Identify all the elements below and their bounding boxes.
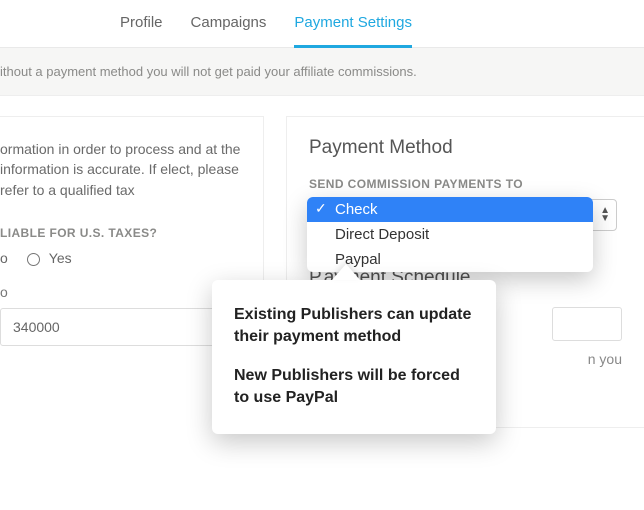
- callout-tail-icon: [332, 264, 360, 280]
- radio-no-label: o: [0, 250, 8, 266]
- payable-to-label-fragment: o: [0, 284, 245, 300]
- tax-info-body: ormation in order to process and at the …: [0, 139, 245, 200]
- amount-input[interactable]: [0, 308, 240, 346]
- send-payments-to-label: SEND COMMISSION PAYMENTS TO: [309, 177, 622, 191]
- annotation-callout: Existing Publishers can update their pay…: [212, 280, 496, 434]
- select-arrows-icon: ▲▼: [600, 207, 610, 223]
- tab-profile[interactable]: Profile: [120, 14, 163, 47]
- warning-banner: ithout a payment method you will not get…: [0, 48, 644, 96]
- option-check[interactable]: Check: [307, 197, 593, 222]
- payment-method-select-wrap: ▲▼ Check Direct Deposit Paypal: [309, 199, 617, 231]
- annotation-line-2: New Publishers will be forced to use Pay…: [234, 365, 474, 408]
- tab-payment-settings[interactable]: Payment Settings: [294, 14, 412, 48]
- radio-yes-label: Yes: [49, 250, 72, 266]
- tab-bar: Profile Campaigns Payment Settings: [0, 0, 644, 48]
- us-tax-question-label: LIABLE FOR U.S. TAXES?: [0, 226, 245, 240]
- radio-yes[interactable]: Yes: [22, 250, 72, 266]
- radio-yes-input[interactable]: [27, 253, 40, 266]
- tab-campaigns[interactable]: Campaigns: [191, 14, 267, 47]
- annotation-line-1: Existing Publishers can update their pay…: [234, 304, 474, 347]
- us-tax-radio-group: o Yes: [0, 250, 245, 266]
- payment-method-dropdown: Check Direct Deposit Paypal: [307, 197, 593, 272]
- schedule-threshold-input[interactable]: [552, 307, 622, 341]
- radio-no[interactable]: o: [0, 250, 8, 266]
- option-direct-deposit[interactable]: Direct Deposit: [307, 222, 593, 247]
- payment-method-heading: Payment Method: [309, 137, 622, 159]
